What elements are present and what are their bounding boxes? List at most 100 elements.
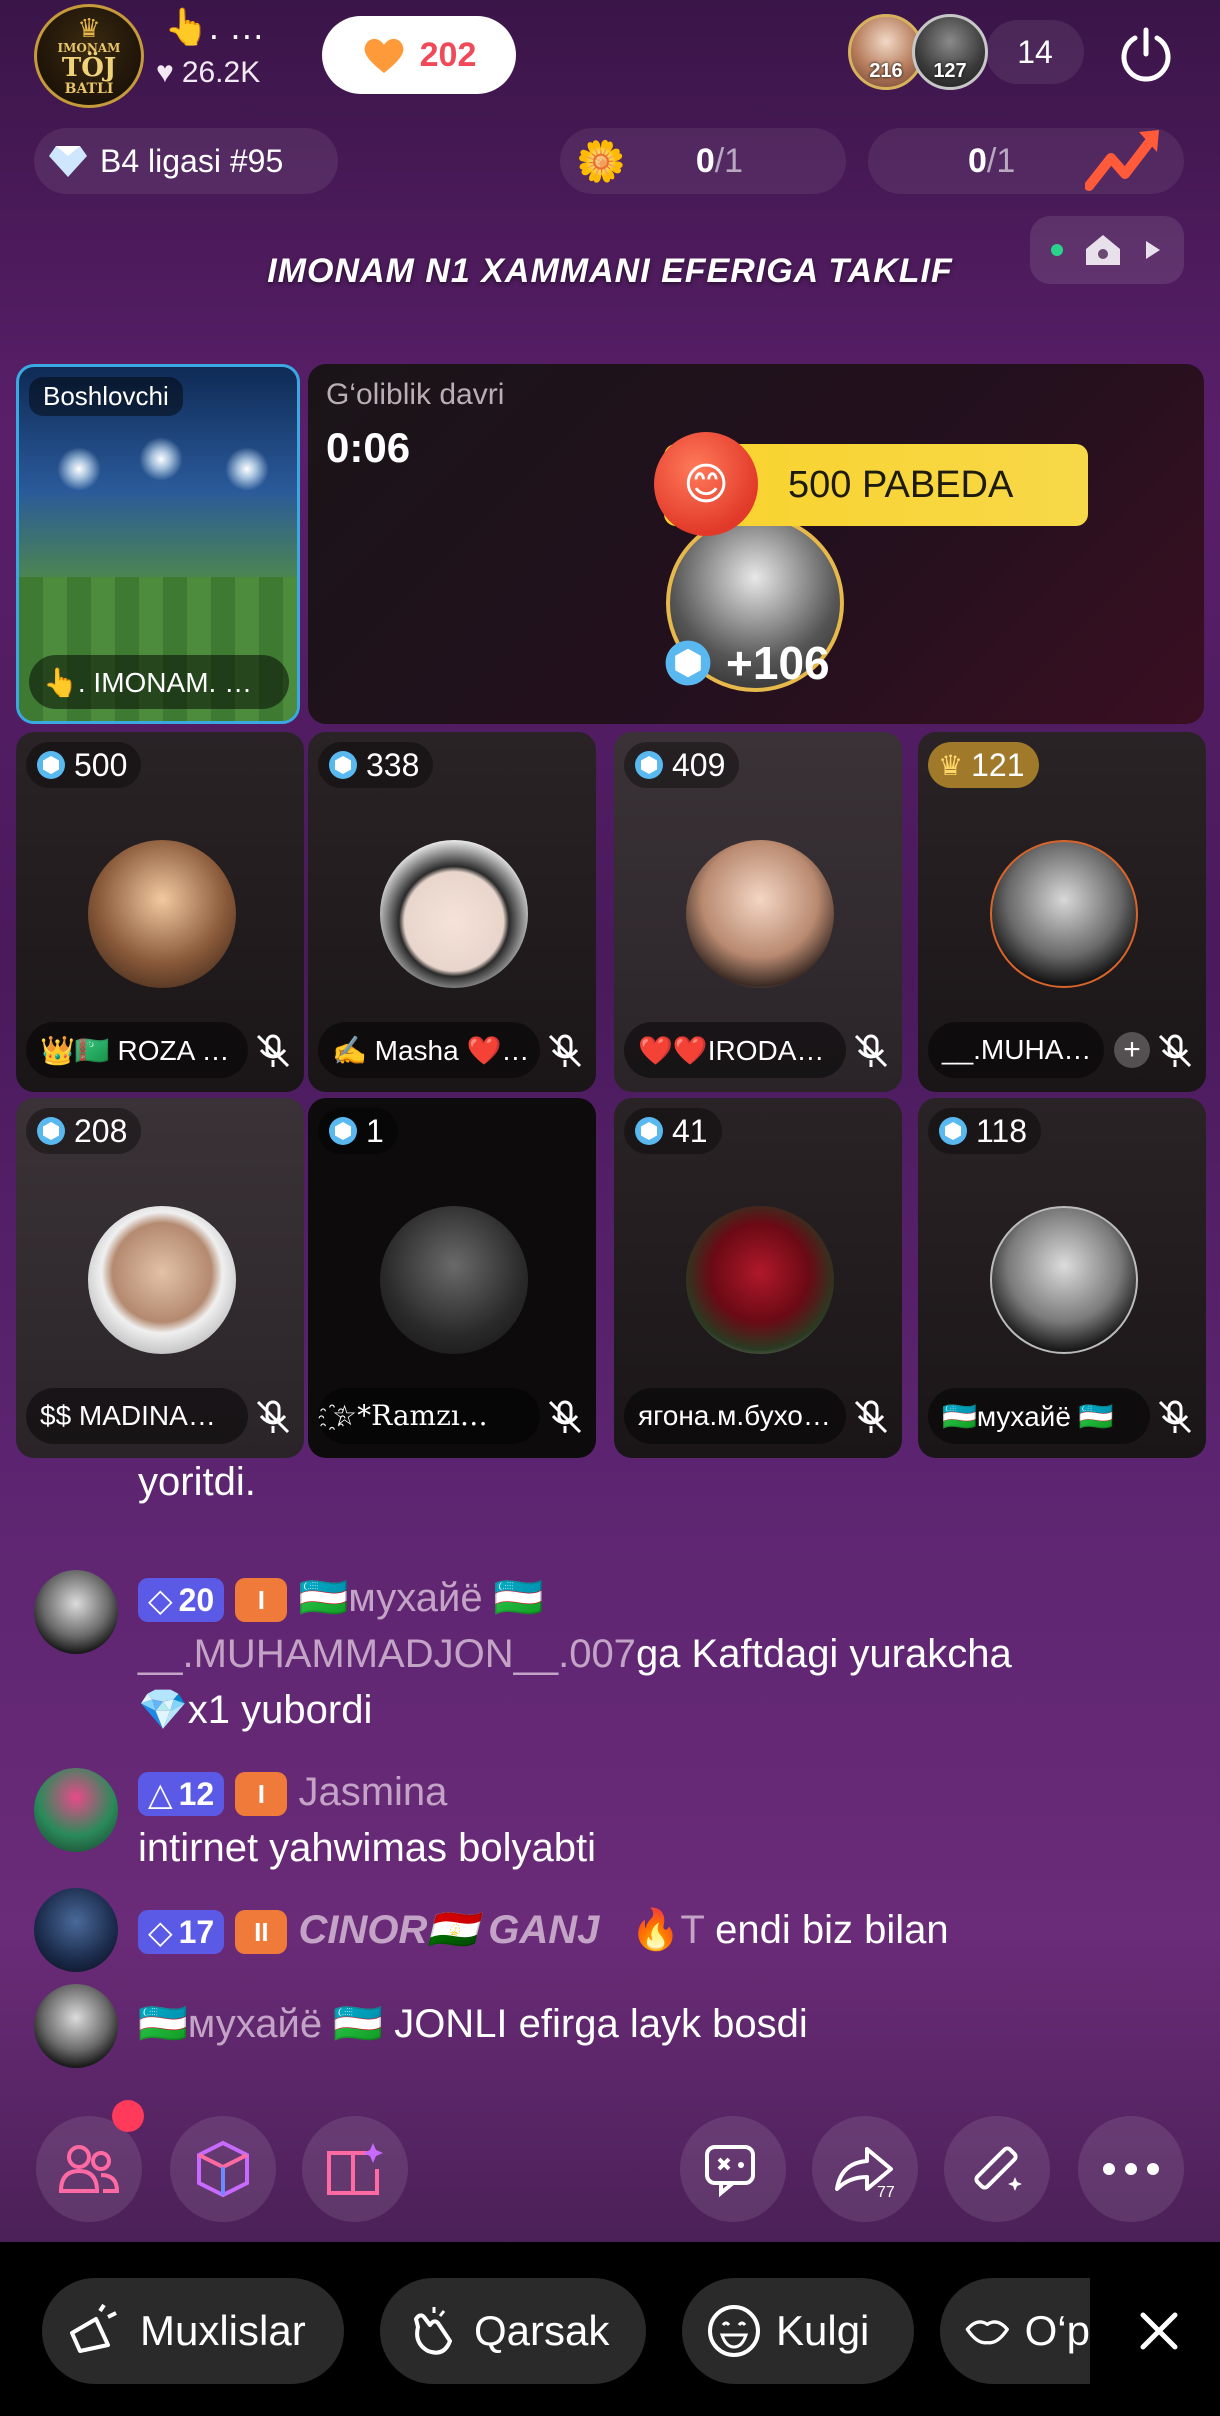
chat-username[interactable]: CINOR🇹🇯 GANJ [298, 1908, 599, 1952]
guest-seat[interactable]: 500 👑🇹🇲 ROZA … [16, 732, 304, 1092]
host-avatar-text-2: TÖJ [61, 53, 117, 83]
triangle-icon: △ [148, 1776, 173, 1813]
chat-avatar[interactable] [34, 1888, 118, 1972]
follow-count: 202 [419, 35, 477, 74]
host-avatar[interactable]: ♛ IMONAM TÖJ BATLI [34, 4, 144, 108]
reaction-laugh-button[interactable]: Kulgi [682, 2278, 914, 2384]
guest-seat[interactable]: 208 $$ MADINA… [16, 1098, 304, 1458]
crown-icon: ♛ [938, 749, 964, 781]
seat-score: 409 [624, 742, 740, 788]
chat-avatar[interactable] [34, 1768, 118, 1852]
diamond-badge-icon [635, 751, 663, 779]
mic-muted-icon [256, 1400, 290, 1434]
trend-arrow-icon [1085, 130, 1160, 191]
chat-username[interactable]: Jasmina [298, 1770, 447, 1814]
chat-avatar[interactable] [34, 1570, 118, 1654]
diamond-badge-icon [635, 1117, 663, 1145]
reaction-kiss-button[interactable]: O‘p [940, 2278, 1090, 2384]
viewer-badge: 216 [869, 60, 903, 82]
chat-header: ◇ 20 I 🇺🇿мухайё 🇺🇿 [138, 1570, 544, 1626]
viewer-avatar[interactable]: 127 [912, 14, 988, 90]
goal-progress-2[interactable]: 0/1 [868, 128, 1184, 194]
flower-icon: 🌼 [576, 139, 626, 184]
level-value: 20 [178, 1582, 215, 1619]
chat-username[interactable]: 🇺🇿мухайё 🇺🇿 [138, 2002, 383, 2046]
seat-score: 41 [624, 1108, 722, 1154]
level-value: 12 [178, 1776, 215, 1813]
diamond-badge-icon [329, 751, 357, 779]
chat-feed[interactable]: yoritdi. ◇ 20 I 🇺🇿мухайё 🇺🇿 __.MUHAMMADJO… [0, 1450, 1220, 2070]
seat-score-value: 338 [366, 746, 420, 783]
guest-seat[interactable]: 409 ❤️❤️IRODA… [614, 732, 902, 1092]
reaction-clap-button[interactable]: Qarsak [380, 2278, 646, 2384]
reaction-label: Qarsak [474, 2307, 610, 2354]
book-button[interactable] [302, 2116, 408, 2222]
seat-avatar [380, 840, 528, 988]
clap-icon [414, 2307, 452, 2355]
guest-seat[interactable]: 1 ҈☆*Ramzı… [308, 1098, 596, 1458]
cube-icon [197, 2140, 249, 2198]
users-icon [58, 2145, 120, 2193]
magic-wand-icon [974, 2146, 1022, 2191]
chat-username[interactable]: 🇺🇿мухайё 🇺🇿 [298, 1576, 543, 1620]
svg-text:77: 77 [877, 2184, 895, 2199]
fan-badge: I [235, 1578, 288, 1623]
level-value: 17 [178, 1914, 215, 1951]
guest-seat[interactable]: 338 ✍️ Masha ❤️… [308, 732, 596, 1092]
guest-seat[interactable]: ♛ 121 __.MUHA… + [918, 732, 1206, 1092]
goal-progress-1[interactable]: 🌼 0/1 [560, 128, 846, 194]
chat-username-suffix: 🔥T [630, 1908, 705, 1952]
host-likes-count: 26.2K [181, 56, 261, 89]
diamond-badge-icon [939, 1117, 967, 1145]
game-button[interactable] [680, 2116, 786, 2222]
host-seat[interactable]: Boshlovchi 👆. IMONAM. … [16, 364, 300, 724]
mic-muted-icon [548, 1400, 582, 1434]
mascot-icon: 😊 [654, 432, 758, 536]
chat-text-line: intirnet yahwimas bolyabti [138, 1826, 596, 1870]
seat-score: ♛ 121 [928, 742, 1039, 788]
viewer-count[interactable]: 14 [986, 20, 1084, 84]
seat-score-value: 121 [971, 746, 1025, 783]
follow-button[interactable]: 202 [322, 16, 516, 94]
battle-panel[interactable]: G‘oliblik davri 0:06 500 PABEDA 😊 +106 [308, 364, 1204, 724]
host-likes: ♥ 26.2K [156, 56, 260, 90]
reaction-label: O‘p [1024, 2307, 1090, 2354]
power-button[interactable] [1112, 20, 1180, 88]
crown-icon: ♛ [77, 13, 101, 43]
winner-score: +106 [664, 636, 830, 690]
league-label: B4 ligasi #95 [100, 142, 284, 179]
diamond-badge-icon [37, 751, 65, 779]
close-reactions-button[interactable] [1124, 2296, 1194, 2366]
seat-score-value: 118 [976, 1112, 1028, 1149]
diamond-icon: ◇ [148, 1914, 173, 1951]
reaction-fans-button[interactable]: Muxlislar [42, 2278, 344, 2384]
seat-avatar [380, 1206, 528, 1354]
chat-mention[interactable]: __.MUHAMMADJON__.007 [138, 1632, 636, 1676]
seat-score-value: 208 [74, 1112, 128, 1149]
seat-avatar [990, 840, 1138, 988]
effects-button[interactable] [944, 2116, 1050, 2222]
host-name[interactable]: 👆. … [164, 6, 265, 48]
league-badge[interactable]: B4 ligasi #95 [34, 128, 338, 194]
more-button[interactable] [1078, 2116, 1184, 2222]
seat-avatar [990, 1206, 1138, 1354]
chat-header: △ 12 I Jasmina [138, 1764, 447, 1820]
chat-avatar[interactable] [34, 1984, 118, 2068]
fan-badge: II [235, 1910, 288, 1955]
seat-avatar [686, 840, 834, 988]
seat-avatar [88, 840, 236, 988]
laugh-icon [708, 2305, 760, 2357]
seat-avatar [686, 1206, 834, 1354]
host-avatar-text-3: BATLI [64, 81, 114, 97]
box-button[interactable] [170, 2116, 276, 2222]
share-button[interactable]: 77 [812, 2116, 918, 2222]
heart-icon: ♥ [156, 56, 174, 89]
seat-name: 🇺🇿мухайё 🇺🇿 [928, 1388, 1150, 1444]
power-icon [1121, 27, 1171, 82]
chat-partial-line: yoritdi. [138, 1460, 256, 1504]
reaction-label: Kulgi [776, 2307, 870, 2354]
add-icon[interactable]: + [1114, 1032, 1150, 1068]
guest-seat[interactable]: 118 🇺🇿мухайё 🇺🇿 [918, 1098, 1206, 1458]
guest-seat[interactable]: 41 ягона.м.бухо… [614, 1098, 902, 1458]
seat-name: ✍️ Masha ❤️… [318, 1022, 540, 1078]
